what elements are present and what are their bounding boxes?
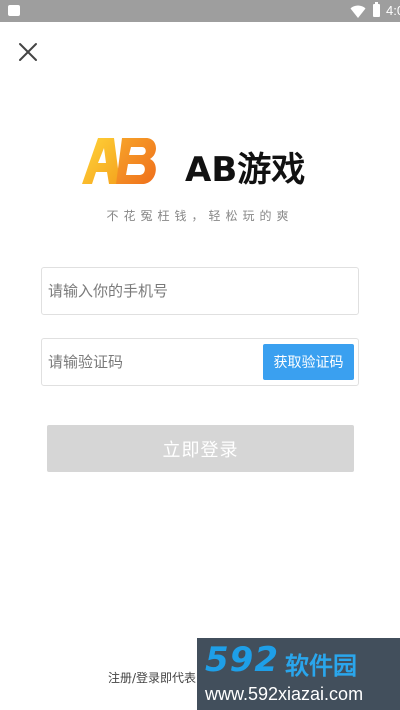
wifi-icon [350, 5, 366, 18]
watermark-site-name: 软件园 [285, 652, 357, 680]
get-code-button[interactable]: 获取验证码 [263, 344, 354, 380]
verification-code-field: 获取验证码 [41, 338, 359, 386]
notification-icon [8, 5, 20, 16]
watermark-url: www.592xiazai.com [205, 684, 364, 704]
brand-logo: AB游戏 [80, 130, 330, 190]
status-time: 4:07 [386, 3, 400, 18]
terms-text[interactable]: 注册/登录即代表 [108, 669, 196, 686]
close-button[interactable] [16, 40, 40, 64]
battery-icon [373, 2, 380, 17]
brand-name: AB游戏 [185, 150, 306, 190]
slogan: 不花冤枉钱，轻松玩的爽 [106, 209, 294, 223]
watermark: 592 软件园 www.592xiazai.com [197, 638, 400, 710]
login-button[interactable]: 立即登录 [47, 425, 354, 472]
status-bar: 4:07 [0, 0, 400, 22]
ab-logo-icon [82, 138, 156, 184]
phone-field [41, 267, 359, 315]
close-icon [19, 43, 37, 61]
watermark-number: 592 [205, 640, 279, 680]
verification-code-input[interactable] [48, 339, 248, 385]
phone-input[interactable] [48, 268, 348, 314]
